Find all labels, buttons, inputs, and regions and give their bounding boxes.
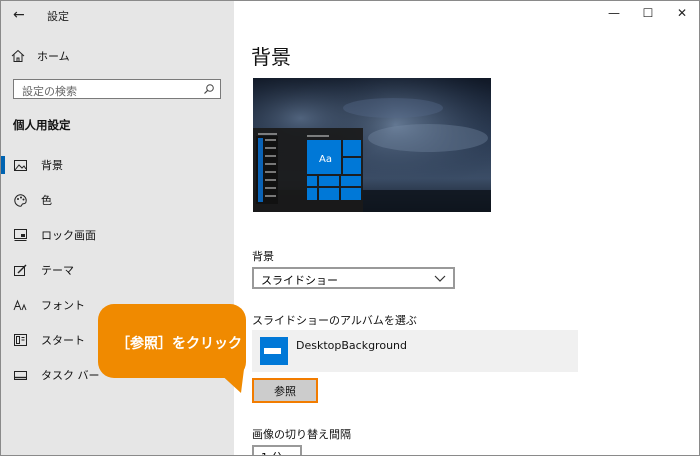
background-type-dropdown[interactable]: スライドショー: [252, 267, 455, 289]
album-label: スライドショーのアルバムを選ぶ: [252, 314, 417, 327]
titlebar-left: ← 設定: [1, 1, 234, 29]
window-controls: — ☐ ✕: [597, 1, 699, 25]
sidebar-item-background[interactable]: 背景: [1, 153, 234, 177]
instruction-callout: ［参照］をクリック: [98, 304, 246, 378]
sidebar-item-label: テーマ: [41, 264, 74, 277]
maximize-icon[interactable]: ☐: [631, 1, 665, 25]
interval-label: 画像の切り替え間隔: [252, 428, 351, 441]
taskbar-icon: [13, 368, 27, 382]
theme-icon: [13, 263, 27, 277]
close-icon[interactable]: ✕: [665, 1, 699, 25]
settings-window: ← 設定 ホーム 設定の検索 個人用設定 背景 色 ロック画面 テーマ フォント…: [0, 0, 700, 456]
search-input[interactable]: 設定の検索: [13, 79, 221, 99]
sidebar-item-label: 色: [41, 194, 52, 207]
sidebar-item-label: タスク バー: [41, 369, 100, 382]
sidebar-item-lock-screen[interactable]: ロック画面: [1, 223, 234, 247]
start-icon: [13, 333, 27, 347]
home-label: ホーム: [37, 50, 70, 63]
sidebar-item-label: フォント: [41, 299, 85, 312]
palette-icon: [13, 193, 27, 207]
chevron-down-icon: [434, 275, 446, 282]
section-title: 個人用設定: [13, 118, 71, 132]
search-icon[interactable]: [203, 83, 215, 95]
album-name: DesktopBackground: [296, 339, 407, 352]
home-link[interactable]: ホーム: [11, 47, 70, 65]
search-placeholder: 設定の検索: [22, 85, 77, 98]
app-title: 設定: [47, 10, 69, 23]
font-icon: [13, 298, 27, 312]
album-item[interactable]: DesktopBackground: [252, 330, 578, 372]
back-arrow-icon[interactable]: ←: [13, 7, 25, 23]
sidebar: ← 設定 ホーム 設定の検索 個人用設定 背景 色 ロック画面 テーマ フォント…: [1, 1, 234, 455]
background-preview: Aa: [253, 78, 491, 212]
background-label: 背景: [252, 250, 274, 263]
callout-text: ［参照］をクリック: [116, 336, 242, 352]
lock-screen-icon: [13, 228, 27, 242]
sidebar-item-theme[interactable]: テーマ: [1, 258, 234, 282]
folder-icon: [260, 337, 288, 365]
interval-dropdown[interactable]: 1 分: [252, 445, 302, 455]
browse-button[interactable]: 参照: [252, 378, 318, 403]
home-icon: [11, 49, 25, 62]
picture-icon: [13, 158, 27, 172]
sidebar-item-label: スタート: [41, 334, 85, 347]
sidebar-item-label: ロック画面: [41, 229, 96, 242]
minimize-icon[interactable]: —: [597, 1, 631, 25]
sidebar-item-color[interactable]: 色: [1, 188, 234, 212]
interval-value: 1 分: [261, 449, 283, 455]
sidebar-item-label: 背景: [41, 159, 63, 172]
page-title: 背景: [251, 45, 291, 69]
preview-tile-text: Aa: [319, 154, 332, 165]
dropdown-value: スライドショー: [261, 274, 338, 287]
